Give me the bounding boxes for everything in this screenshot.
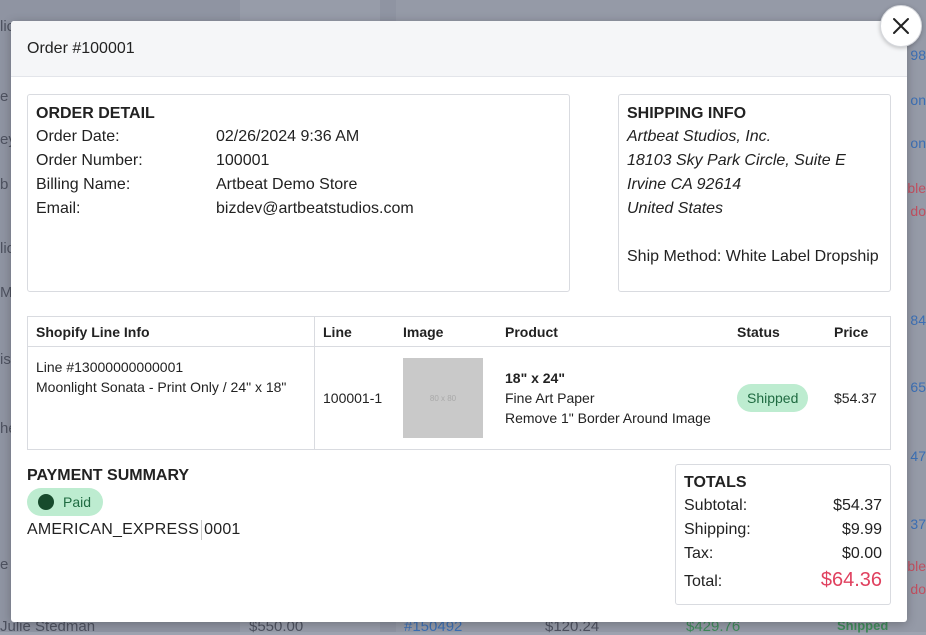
shipping-street: 18103 Sky Park Circle, Suite E: [627, 152, 846, 169]
background-right-fragment: 47: [910, 448, 926, 464]
ship-method: Ship Method: White Label Dropship: [627, 248, 879, 265]
line-items-table: Shopify Line Info Line Image Product Sta…: [27, 316, 891, 450]
column-header-product: Product: [497, 316, 729, 347]
payment-status-badge: Paid: [27, 488, 104, 516]
background-right-fragment: 65: [910, 379, 926, 395]
modal-title: Order #100001: [27, 39, 135, 57]
close-icon: [893, 18, 909, 34]
line-info-description: Moonlight Sonata - Print Only / 24" x 18…: [36, 379, 287, 395]
image-cell: 80 x 80: [395, 346, 497, 450]
payment-summary-heading: PAYMENT SUMMARY: [27, 467, 190, 484]
background-right-fragment: on: [910, 135, 926, 151]
shipping-value: $9.99: [841, 521, 882, 538]
column-header-status: Status: [729, 316, 826, 347]
status-dot-icon: [38, 494, 54, 510]
subtotal-row: Subtotal: $54.37: [684, 494, 882, 518]
shipping-row: Shipping: $9.99: [684, 518, 882, 542]
subtotal-label: Subtotal:: [684, 497, 748, 514]
subtotal-value: $54.37: [833, 497, 882, 514]
table-row: Line #13000000000001 Moonlight Sonata - …: [27, 346, 891, 450]
payment-status-label: Paid: [63, 494, 92, 510]
background-right-fragment: ble: [907, 180, 926, 196]
background-right-fragment: on: [910, 92, 926, 108]
background-right-fragment: do: [910, 581, 926, 597]
background-left-fragment: is: [0, 351, 11, 368]
product-paper: Fine Art Paper: [505, 390, 595, 406]
billing-name-label: Billing Name:: [36, 176, 131, 193]
email-label: Email:: [36, 200, 81, 217]
tax-label: Tax:: [684, 545, 714, 562]
order-date-row: Order Date: 02/26/2024 9:36 AM: [36, 125, 561, 149]
product-size: 18" x 24": [505, 370, 565, 386]
email-value: bizdev@artbeatstudios.com: [216, 200, 414, 217]
line-info-id: Line #13000000000001: [36, 359, 184, 375]
line-info-cell: Line #13000000000001 Moonlight Sonata - …: [27, 346, 315, 450]
product-border: Remove 1" Border Around Image: [505, 410, 711, 426]
order-date-label: Order Date:: [36, 128, 120, 145]
status-cell: Shipped: [729, 346, 826, 450]
order-modal: Order #100001 ORDER DETAIL Order Date: 0…: [11, 21, 907, 622]
close-button[interactable]: [880, 5, 922, 47]
background-right-fragment: 37: [910, 516, 926, 532]
totals-panel: TOTALS Subtotal: $54.37 Shipping: $9.99 …: [675, 464, 891, 605]
tax-row: Tax: $0.00: [684, 542, 882, 566]
email-row: Email: bizdev@artbeatstudios.com: [36, 197, 561, 221]
table-header-row: Shopify Line Info Line Image Product Sta…: [27, 316, 891, 347]
order-detail-panel: ORDER DETAIL Order Date: 02/26/2024 9:36…: [27, 94, 570, 292]
order-number-row: Order Number: 100001: [36, 149, 561, 173]
shipping-country: United States: [627, 200, 724, 217]
status-badge: Shipped: [737, 384, 809, 412]
order-number-value: 100001: [216, 152, 270, 169]
totals-heading: TOTALS: [684, 474, 747, 491]
line-number-cell: 100001-1: [314, 346, 395, 450]
billing-name-row: Billing Name: Artbeat Demo Store: [36, 173, 561, 197]
order-number-label: Order Number:: [36, 152, 143, 169]
total-value: $64.36: [820, 569, 882, 591]
modal-header: Order #100001: [11, 21, 907, 77]
background-right-fragment: do: [910, 203, 926, 219]
product-cell: 18" x 24" Fine Art Paper Remove 1" Borde…: [497, 346, 729, 450]
billing-name-value: Artbeat Demo Store: [216, 176, 358, 193]
card-type: AMERICAN_EXPRESS: [27, 521, 200, 539]
background-right-fragment: 98: [910, 47, 926, 63]
price-cell: $54.37: [826, 346, 891, 450]
column-header-line-info: Shopify Line Info: [27, 316, 315, 347]
background-right-fragment: 84: [910, 312, 926, 328]
product-thumbnail[interactable]: 80 x 80: [403, 358, 483, 438]
shipping-city: Irvine CA 92614: [627, 176, 742, 193]
total-label: Total:: [684, 573, 723, 590]
background-left-fragment: b: [0, 176, 9, 193]
order-date-value: 02/26/2024 9:36 AM: [216, 128, 360, 145]
total-row: Total: $64.36: [684, 566, 882, 594]
column-header-price: Price: [826, 316, 891, 347]
column-header-line: Line: [314, 316, 395, 347]
payment-card-info: AMERICAN_EXPRESS 0001: [27, 520, 241, 540]
tax-value: $0.00: [841, 545, 882, 562]
shipping-info-heading: SHIPPING INFO: [627, 105, 747, 122]
text-cursor: [201, 520, 203, 540]
card-last4: 0001: [204, 521, 241, 539]
shipping-company: Artbeat Studios, Inc.: [627, 128, 772, 145]
background-right-fragment: ble: [907, 558, 926, 574]
shipping-label: Shipping:: [684, 521, 751, 538]
order-detail-heading: ORDER DETAIL: [36, 105, 155, 122]
column-header-image: Image: [395, 316, 497, 347]
shipping-info-panel: SHIPPING INFO Artbeat Studios, Inc. 1810…: [618, 94, 891, 292]
